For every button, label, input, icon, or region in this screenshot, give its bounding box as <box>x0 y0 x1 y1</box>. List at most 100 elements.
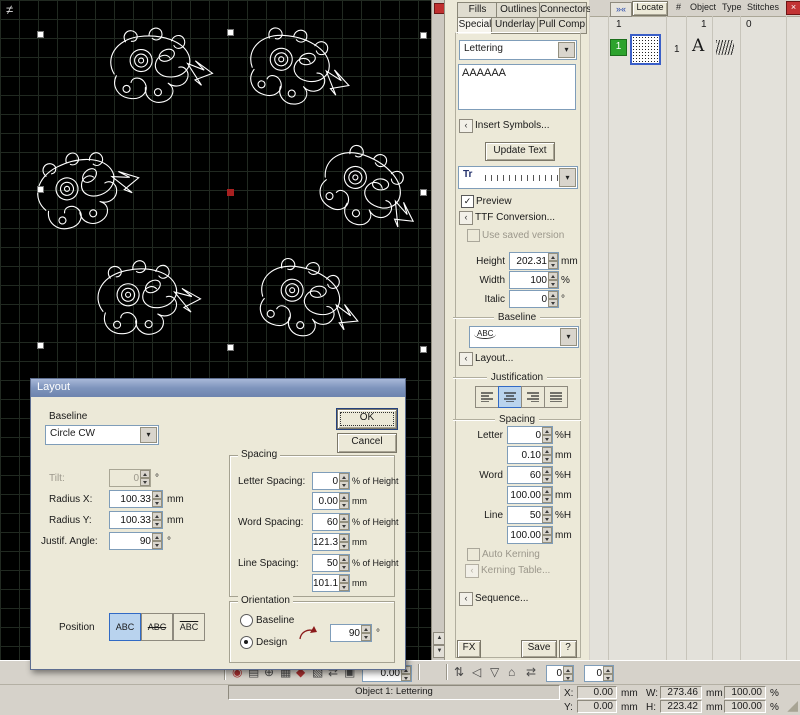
line-spacing-mm-field[interactable] <box>507 526 553 544</box>
justify-right-button[interactable] <box>521 386 545 408</box>
orientation-design-radio[interactable] <box>240 636 253 649</box>
ok-button[interactable]: OK <box>337 409 397 429</box>
layout-dialog: Layout OK Cancel Baseline Circle CW ▾ Ti… <box>30 378 406 670</box>
position-baseline-above-button[interactable]: ABC <box>173 613 205 641</box>
dialog-title-bar[interactable]: Layout <box>31 379 405 397</box>
selection-handle[interactable] <box>420 32 427 39</box>
orientation-angle-field[interactable] <box>330 624 372 642</box>
w-value: 273.46 <box>660 686 702 699</box>
collapse-panel-button[interactable]: »« <box>610 2 632 17</box>
resize-grip[interactable]: ◢ <box>787 697 798 714</box>
word-spacing-mm-field[interactable] <box>312 533 350 551</box>
view-icon-2[interactable]: ◁ <box>472 665 481 679</box>
canvas-vscrollbar[interactable]: ▲ ▼ <box>431 0 445 660</box>
x-unit: mm <box>621 688 638 699</box>
help-button[interactable]: ? <box>559 640 577 658</box>
line-spacing-pct-field[interactable] <box>312 554 350 572</box>
baseline-shape-select[interactable]: Circle CW ▾ <box>45 425 159 445</box>
justify-left-icon <box>480 392 494 402</box>
truetype-icon: Tr <box>463 169 472 180</box>
chevron-down-icon[interactable]: ▾ <box>558 42 575 58</box>
justification-section-header: Justification <box>453 372 581 383</box>
home-icon[interactable]: ⌂ <box>508 665 515 679</box>
layout-expander[interactable]: ‹ <box>459 352 473 366</box>
selection-handle[interactable] <box>37 342 44 349</box>
selection-handle[interactable] <box>227 29 234 36</box>
view-icon-1[interactable]: ⇅ <box>454 665 464 679</box>
auto-kerning-label: Auto Kerning <box>482 549 540 560</box>
position-baseline-middle-button[interactable]: ABC <box>141 613 173 641</box>
italic-field[interactable] <box>509 290 559 308</box>
letter-spacing-mm-field[interactable] <box>312 492 350 510</box>
offset-field[interactable] <box>584 665 614 682</box>
close-icon[interactable]: × <box>786 1 800 15</box>
justify-left-button[interactable] <box>475 386 499 408</box>
selection-handle[interactable] <box>37 186 44 193</box>
selection-handle[interactable] <box>37 31 44 38</box>
word-spacing-pct-field[interactable] <box>312 513 350 531</box>
locate-button[interactable]: Locate <box>632 1 668 16</box>
insert-symbols-expander[interactable]: ‹ <box>459 119 473 133</box>
w-percent-unit: % <box>770 688 779 699</box>
ttf-conversion-expander[interactable]: ‹ <box>459 211 473 225</box>
lettering-text-input[interactable]: AAAAAA <box>458 64 576 110</box>
preview-checkbox[interactable]: ✓ <box>461 195 474 208</box>
chevron-down-icon[interactable]: ▾ <box>560 328 577 346</box>
orientation-baseline-radio[interactable] <box>240 614 253 627</box>
radius-x-field[interactable] <box>109 490 163 508</box>
fx-button[interactable]: FX <box>457 640 481 658</box>
radius-y-field[interactable] <box>109 511 163 529</box>
height-unit: mm <box>561 256 578 267</box>
chevron-down-icon[interactable]: ▾ <box>140 427 157 443</box>
baseline-shape-value: Circle CW <box>50 428 95 439</box>
letter-spacing-pct-field[interactable] <box>312 472 350 490</box>
selection-handle[interactable] <box>420 189 427 196</box>
ttf-conversion-label[interactable]: TTF Conversion... <box>475 212 555 223</box>
view-icon-3[interactable]: ▽ <box>490 665 499 679</box>
cancel-button[interactable]: Cancel <box>337 433 397 453</box>
height-field[interactable] <box>509 252 559 270</box>
design-thumbnail[interactable] <box>630 34 661 65</box>
letter-spacing-mm-field[interactable] <box>507 446 553 464</box>
stitch-count-field[interactable] <box>546 665 574 682</box>
h-percent: 100.00 <box>724 700 766 713</box>
letter-spacing-pct-field[interactable] <box>507 426 553 444</box>
width-field[interactable] <box>509 271 559 289</box>
line-spacing-mm-field[interactable] <box>312 574 350 592</box>
line-pct-unit: %H <box>555 510 571 521</box>
word-spacing-label: Word Spacing: <box>238 517 303 528</box>
word-spacing-mm-field[interactable] <box>507 486 553 504</box>
update-text-button[interactable]: Update Text <box>485 142 555 161</box>
font-select[interactable]: Tr ▾ <box>458 166 578 189</box>
orientation-design-label[interactable]: Design <box>256 637 287 648</box>
save-button[interactable]: Save <box>521 640 557 658</box>
sequence-expander[interactable]: ‹ <box>459 592 473 606</box>
col-object: Object <box>690 2 716 12</box>
properties-panel: Fills Outlines Connectors Special Underl… <box>444 0 589 660</box>
radius-y-unit: mm <box>167 515 184 526</box>
selection-handle[interactable] <box>227 344 234 351</box>
selection-handle[interactable] <box>420 346 427 353</box>
width-unit: % <box>561 275 570 286</box>
swap-icon[interactable]: ⇄ <box>526 665 536 679</box>
layout-label[interactable]: Layout... <box>475 353 513 364</box>
total-types: 1 <box>701 19 707 30</box>
object-mode-select[interactable]: Lettering ▾ <box>459 40 577 60</box>
word-spacing-pct-field[interactable] <box>507 466 553 484</box>
italic-label: Italic <box>465 294 505 305</box>
position-baseline-below-button[interactable]: ABC <box>109 613 141 641</box>
sequence-label[interactable]: Sequence... <box>475 593 528 604</box>
letter-spacing-label: Letter Spacing: <box>238 476 305 487</box>
baseline-shape-select[interactable]: ABC ▾ <box>469 326 579 348</box>
justif-angle-field[interactable] <box>109 532 163 550</box>
justify-full-button[interactable] <box>544 386 568 408</box>
preview-label: Preview <box>476 196 512 207</box>
justify-center-button[interactable] <box>498 386 522 408</box>
sequence-number-badge[interactable]: 1 <box>610 39 627 56</box>
insert-symbols-label[interactable]: Insert Symbols... <box>475 120 549 131</box>
line-spacing-pct-field[interactable] <box>507 506 553 524</box>
selected-object-status: Object 1: Lettering <box>228 685 560 700</box>
orientation-baseline-label[interactable]: Baseline <box>256 615 294 626</box>
chevron-down-icon[interactable]: ▾ <box>559 168 576 187</box>
lettering-object-icon: A <box>692 36 704 56</box>
